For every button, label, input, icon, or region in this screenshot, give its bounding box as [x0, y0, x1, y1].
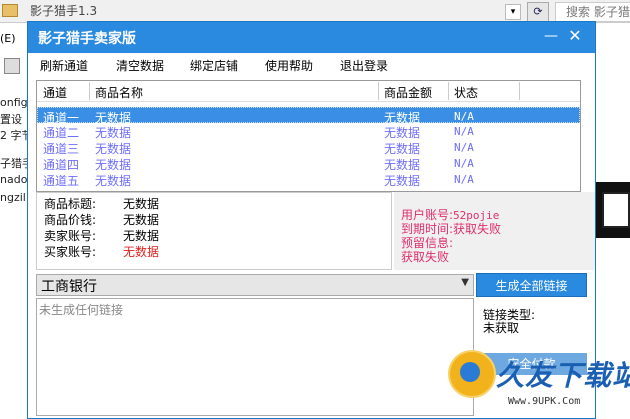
table-row[interactable]: 通道四 无数据 无数据 N/A [37, 155, 580, 172]
bank-select[interactable]: 工商银行 ▼ [36, 274, 474, 296]
buyer-account-value: 无数据 [123, 245, 160, 259]
cell-status: N/A [454, 141, 474, 154]
menu-refresh-channels[interactable]: 刷新通道 [40, 57, 88, 74]
background-side-text: 置设 [0, 113, 22, 126]
close-icon[interactable]: ✕ [566, 26, 584, 46]
cell-channel: 通道五 [43, 174, 80, 188]
toolbar-icon[interactable] [4, 58, 20, 74]
refresh-icon[interactable]: ⟳ [527, 2, 549, 22]
column-header-product-name[interactable]: 商品名称 [95, 84, 143, 101]
user-info-panel: 用户账号:52pojie 到期时间:获取失败 预留信息: 获取失败 [394, 192, 595, 270]
column-header-status[interactable]: 状态 [454, 84, 478, 101]
menu-help[interactable]: 使用帮助 [265, 57, 313, 74]
channel-table[interactable]: 通道 商品名称 商品金额 状态 通道一 无数据 无数据 N/A 通道二 无数据 … [36, 80, 581, 192]
table-row[interactable]: 通道二 无数据 无数据 N/A [37, 123, 580, 140]
cell-status: N/A [454, 125, 474, 138]
cell-status: N/A [454, 173, 474, 186]
watermark-title: 久友下载站 [496, 359, 630, 392]
links-placeholder: 未生成任何链接 [39, 303, 124, 317]
product-price-value: 无数据 [123, 213, 160, 227]
table-row[interactable]: 通道三 无数据 无数据 N/A [37, 139, 580, 156]
product-title-label: 商品标题: [44, 197, 97, 211]
seller-account-label: 卖家账号: [44, 229, 97, 243]
watermark: 久友下载站 Www.9UPK.Com [448, 344, 630, 419]
table-row[interactable]: 通道一 无数据 无数据 N/A [37, 107, 580, 125]
generate-all-links-button[interactable]: 生成全部链接 [476, 273, 587, 297]
cell-status: N/A [454, 157, 474, 170]
buyer-account-label: 买家账号: [44, 245, 97, 259]
menu-clear-data[interactable]: 清空数据 [116, 57, 164, 74]
product-title-value: 无数据 [123, 197, 160, 211]
app-title: 影子猎手卖家版 [38, 31, 136, 47]
seller-account-value: 无数据 [123, 229, 160, 243]
menu-logout[interactable]: 退出登录 [340, 57, 388, 74]
link-type-value: 未获取 [483, 321, 520, 335]
background-window-title: 影子猎手1.3 [30, 4, 98, 18]
cell-product-name: 无数据 [95, 174, 132, 188]
background-search-input[interactable]: 搜索 影子猎 [555, 2, 630, 22]
background-panel-inner [602, 192, 630, 228]
watermark-url: Www.9UPK.Com [508, 396, 581, 407]
background-side-text: ngzil [0, 191, 26, 204]
product-price-label: 商品价钱: [44, 213, 97, 227]
chevron-down-icon[interactable]: ▼ [461, 277, 469, 288]
folder-icon [2, 4, 18, 17]
background-titlebar: 影子猎手1.3 ▾ ⟳ 搜索 影子猎 [0, 0, 630, 23]
watermark-logo-icon [448, 350, 496, 398]
background-side-text: nado [0, 173, 28, 186]
menu-bind-shop[interactable]: 绑定店铺 [190, 57, 238, 74]
chevron-down-icon[interactable]: ▾ [505, 4, 521, 20]
column-header-amount[interactable]: 商品金额 [384, 84, 432, 101]
product-info-panel: 商品标题: 无数据 商品价钱: 无数据 卖家账号: 无数据 买家账号: 无数据 [36, 192, 392, 270]
reserve-info-value: 获取失败 [401, 250, 450, 264]
column-header-channel[interactable]: 通道 [43, 84, 67, 101]
cell-amount: 无数据 [384, 174, 421, 188]
menu-bar: 刷新通道 清空数据 绑定店铺 使用帮助 退出登录 [28, 53, 595, 75]
background-menu-edit[interactable]: (E) [0, 32, 16, 45]
minimize-icon[interactable]: — [542, 26, 560, 46]
table-header: 通道 商品名称 商品金额 状态 [37, 81, 580, 102]
links-textarea[interactable]: 未生成任何链接 [36, 298, 474, 416]
table-row[interactable]: 通道五 无数据 无数据 N/A [37, 171, 580, 188]
cell-status: N/A [454, 110, 474, 123]
expire-time-value: 获取失败 [453, 222, 502, 236]
app-titlebar[interactable]: 影子猎手卖家版 — ✕ [28, 22, 595, 53]
background-side-text: onfig [0, 96, 28, 109]
bank-select-value: 工商银行 [41, 279, 97, 295]
